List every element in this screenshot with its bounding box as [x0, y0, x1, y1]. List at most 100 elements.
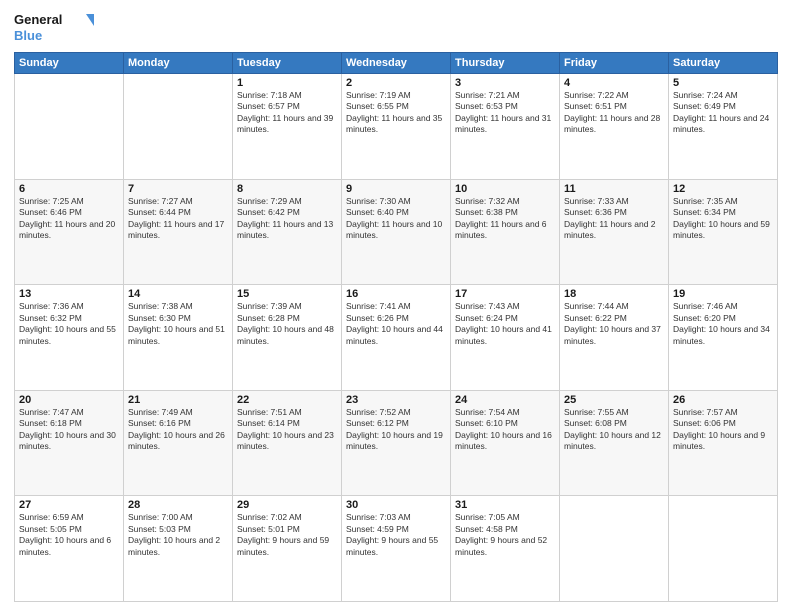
- calendar-cell: [560, 496, 669, 602]
- day-details: Sunrise: 7:24 AM Sunset: 6:49 PM Dayligh…: [673, 90, 773, 136]
- calendar-cell: 12Sunrise: 7:35 AM Sunset: 6:34 PM Dayli…: [669, 179, 778, 285]
- day-details: Sunrise: 7:43 AM Sunset: 6:24 PM Dayligh…: [455, 301, 555, 347]
- calendar-week-1: 1Sunrise: 7:18 AM Sunset: 6:57 PM Daylig…: [15, 74, 778, 180]
- calendar-cell: [124, 74, 233, 180]
- day-details: Sunrise: 7:30 AM Sunset: 6:40 PM Dayligh…: [346, 196, 446, 242]
- calendar-cell: 3Sunrise: 7:21 AM Sunset: 6:53 PM Daylig…: [451, 74, 560, 180]
- day-number: 20: [19, 394, 119, 406]
- day-number: 11: [564, 183, 664, 195]
- day-details: Sunrise: 7:19 AM Sunset: 6:55 PM Dayligh…: [346, 90, 446, 136]
- day-number: 21: [128, 394, 228, 406]
- day-details: Sunrise: 7:41 AM Sunset: 6:26 PM Dayligh…: [346, 301, 446, 347]
- day-details: Sunrise: 6:59 AM Sunset: 5:05 PM Dayligh…: [19, 512, 119, 558]
- calendar-cell: 23Sunrise: 7:52 AM Sunset: 6:12 PM Dayli…: [342, 390, 451, 496]
- day-details: Sunrise: 7:32 AM Sunset: 6:38 PM Dayligh…: [455, 196, 555, 242]
- day-details: Sunrise: 7:18 AM Sunset: 6:57 PM Dayligh…: [237, 90, 337, 136]
- day-details: Sunrise: 7:52 AM Sunset: 6:12 PM Dayligh…: [346, 407, 446, 453]
- calendar-cell: 5Sunrise: 7:24 AM Sunset: 6:49 PM Daylig…: [669, 74, 778, 180]
- header: General Blue: [14, 10, 778, 46]
- day-details: Sunrise: 7:22 AM Sunset: 6:51 PM Dayligh…: [564, 90, 664, 136]
- day-number: 9: [346, 183, 446, 195]
- page: General Blue Sunday Monday Tuesday Wedne…: [0, 0, 792, 612]
- calendar-week-5: 27Sunrise: 6:59 AM Sunset: 5:05 PM Dayli…: [15, 496, 778, 602]
- calendar-cell: 1Sunrise: 7:18 AM Sunset: 6:57 PM Daylig…: [233, 74, 342, 180]
- calendar-week-3: 13Sunrise: 7:36 AM Sunset: 6:32 PM Dayli…: [15, 285, 778, 391]
- day-details: Sunrise: 7:05 AM Sunset: 4:58 PM Dayligh…: [455, 512, 555, 558]
- day-details: Sunrise: 7:33 AM Sunset: 6:36 PM Dayligh…: [564, 196, 664, 242]
- calendar-cell: 9Sunrise: 7:30 AM Sunset: 6:40 PM Daylig…: [342, 179, 451, 285]
- calendar-cell: 20Sunrise: 7:47 AM Sunset: 6:18 PM Dayli…: [15, 390, 124, 496]
- day-number: 1: [237, 77, 337, 89]
- day-number: 15: [237, 288, 337, 300]
- day-number: 4: [564, 77, 664, 89]
- day-number: 23: [346, 394, 446, 406]
- day-number: 26: [673, 394, 773, 406]
- day-number: 2: [346, 77, 446, 89]
- day-details: Sunrise: 7:27 AM Sunset: 6:44 PM Dayligh…: [128, 196, 228, 242]
- svg-text:Blue: Blue: [14, 28, 42, 43]
- calendar-cell: 19Sunrise: 7:46 AM Sunset: 6:20 PM Dayli…: [669, 285, 778, 391]
- calendar-cell: 28Sunrise: 7:00 AM Sunset: 5:03 PM Dayli…: [124, 496, 233, 602]
- calendar-cell: 11Sunrise: 7:33 AM Sunset: 6:36 PM Dayli…: [560, 179, 669, 285]
- calendar-header-row: Sunday Monday Tuesday Wednesday Thursday…: [15, 53, 778, 74]
- day-details: Sunrise: 7:00 AM Sunset: 5:03 PM Dayligh…: [128, 512, 228, 558]
- calendar-cell: [669, 496, 778, 602]
- day-number: 19: [673, 288, 773, 300]
- calendar-week-2: 6Sunrise: 7:25 AM Sunset: 6:46 PM Daylig…: [15, 179, 778, 285]
- day-details: Sunrise: 7:39 AM Sunset: 6:28 PM Dayligh…: [237, 301, 337, 347]
- day-number: 10: [455, 183, 555, 195]
- day-details: Sunrise: 7:35 AM Sunset: 6:34 PM Dayligh…: [673, 196, 773, 242]
- day-details: Sunrise: 7:55 AM Sunset: 6:08 PM Dayligh…: [564, 407, 664, 453]
- calendar-cell: 2Sunrise: 7:19 AM Sunset: 6:55 PM Daylig…: [342, 74, 451, 180]
- day-number: 14: [128, 288, 228, 300]
- day-number: 6: [19, 183, 119, 195]
- calendar-cell: 27Sunrise: 6:59 AM Sunset: 5:05 PM Dayli…: [15, 496, 124, 602]
- day-details: Sunrise: 7:02 AM Sunset: 5:01 PM Dayligh…: [237, 512, 337, 558]
- calendar-table: Sunday Monday Tuesday Wednesday Thursday…: [14, 52, 778, 602]
- calendar-cell: 26Sunrise: 7:57 AM Sunset: 6:06 PM Dayli…: [669, 390, 778, 496]
- calendar-cell: 25Sunrise: 7:55 AM Sunset: 6:08 PM Dayli…: [560, 390, 669, 496]
- day-details: Sunrise: 7:03 AM Sunset: 4:59 PM Dayligh…: [346, 512, 446, 558]
- header-wednesday: Wednesday: [342, 53, 451, 74]
- day-number: 7: [128, 183, 228, 195]
- day-number: 13: [19, 288, 119, 300]
- calendar-cell: 29Sunrise: 7:02 AM Sunset: 5:01 PM Dayli…: [233, 496, 342, 602]
- calendar-cell: 7Sunrise: 7:27 AM Sunset: 6:44 PM Daylig…: [124, 179, 233, 285]
- day-details: Sunrise: 7:51 AM Sunset: 6:14 PM Dayligh…: [237, 407, 337, 453]
- calendar-cell: [15, 74, 124, 180]
- day-number: 17: [455, 288, 555, 300]
- header-tuesday: Tuesday: [233, 53, 342, 74]
- day-details: Sunrise: 7:46 AM Sunset: 6:20 PM Dayligh…: [673, 301, 773, 347]
- day-details: Sunrise: 7:49 AM Sunset: 6:16 PM Dayligh…: [128, 407, 228, 453]
- day-details: Sunrise: 7:57 AM Sunset: 6:06 PM Dayligh…: [673, 407, 773, 453]
- day-details: Sunrise: 7:25 AM Sunset: 6:46 PM Dayligh…: [19, 196, 119, 242]
- svg-text:General: General: [14, 12, 62, 27]
- logo: General Blue: [14, 10, 94, 46]
- logo-icon: General Blue: [14, 10, 94, 46]
- day-details: Sunrise: 7:47 AM Sunset: 6:18 PM Dayligh…: [19, 407, 119, 453]
- calendar-week-4: 20Sunrise: 7:47 AM Sunset: 6:18 PM Dayli…: [15, 390, 778, 496]
- day-number: 5: [673, 77, 773, 89]
- calendar-cell: 18Sunrise: 7:44 AM Sunset: 6:22 PM Dayli…: [560, 285, 669, 391]
- day-number: 30: [346, 499, 446, 511]
- day-number: 25: [564, 394, 664, 406]
- calendar-cell: 6Sunrise: 7:25 AM Sunset: 6:46 PM Daylig…: [15, 179, 124, 285]
- day-number: 28: [128, 499, 228, 511]
- day-number: 29: [237, 499, 337, 511]
- day-number: 16: [346, 288, 446, 300]
- day-details: Sunrise: 7:44 AM Sunset: 6:22 PM Dayligh…: [564, 301, 664, 347]
- day-details: Sunrise: 7:38 AM Sunset: 6:30 PM Dayligh…: [128, 301, 228, 347]
- day-details: Sunrise: 7:54 AM Sunset: 6:10 PM Dayligh…: [455, 407, 555, 453]
- calendar-cell: 21Sunrise: 7:49 AM Sunset: 6:16 PM Dayli…: [124, 390, 233, 496]
- day-details: Sunrise: 7:29 AM Sunset: 6:42 PM Dayligh…: [237, 196, 337, 242]
- calendar-cell: 24Sunrise: 7:54 AM Sunset: 6:10 PM Dayli…: [451, 390, 560, 496]
- day-number: 3: [455, 77, 555, 89]
- day-number: 18: [564, 288, 664, 300]
- day-number: 27: [19, 499, 119, 511]
- calendar-cell: 31Sunrise: 7:05 AM Sunset: 4:58 PM Dayli…: [451, 496, 560, 602]
- header-friday: Friday: [560, 53, 669, 74]
- calendar-cell: 8Sunrise: 7:29 AM Sunset: 6:42 PM Daylig…: [233, 179, 342, 285]
- day-number: 22: [237, 394, 337, 406]
- calendar-cell: 13Sunrise: 7:36 AM Sunset: 6:32 PM Dayli…: [15, 285, 124, 391]
- calendar-cell: 14Sunrise: 7:38 AM Sunset: 6:30 PM Dayli…: [124, 285, 233, 391]
